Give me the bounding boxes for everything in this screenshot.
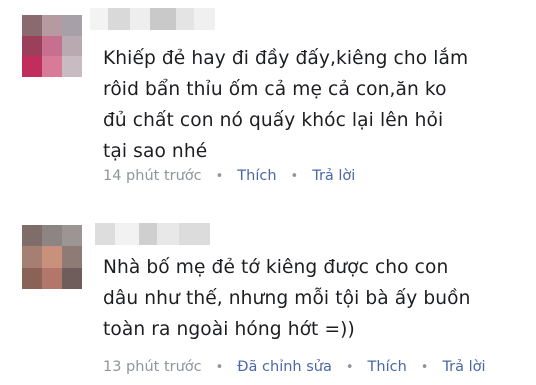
comment-timestamp[interactable]: 14 phút trước xyxy=(103,168,202,184)
separator-dot: • xyxy=(215,359,224,375)
reply-button[interactable]: Trả lời xyxy=(442,359,485,375)
comment-timestamp[interactable]: 13 phút trước xyxy=(103,359,202,375)
separator-dot: • xyxy=(290,168,299,184)
comment-text: Khiếp đẻ hay đi đầy đấy,kiêng cho lắm rô… xyxy=(103,48,469,162)
edited-label[interactable]: Đã chỉnh sửa xyxy=(237,359,332,375)
separator-dot: • xyxy=(215,168,224,184)
avatar[interactable] xyxy=(22,225,82,289)
comment-text: Nhà bố mẹ đẻ tớ kiêng được cho con dâu n… xyxy=(103,257,471,340)
like-button[interactable]: Thích xyxy=(237,168,276,184)
like-button[interactable]: Thích xyxy=(368,359,407,375)
commenter-name[interactable] xyxy=(90,8,215,30)
comment-2: Nhà bố mẹ đẻ tớ kiêng được cho con dâu n… xyxy=(0,210,536,385)
reply-button[interactable]: Trả lời xyxy=(312,168,355,184)
comment-1: Khiếp đẻ hay đi đầy đấy,kiêng cho lắm rô… xyxy=(0,0,536,200)
comment-meta: 13 phút trước • Đã chỉnh sửa • Thích • T… xyxy=(103,357,486,377)
separator-dot: • xyxy=(420,359,429,375)
comment-meta: 14 phút trước • Thích • Trả lời xyxy=(103,166,355,186)
separator-dot: • xyxy=(345,359,354,375)
commenter-name[interactable] xyxy=(95,223,210,245)
avatar[interactable] xyxy=(22,15,82,77)
